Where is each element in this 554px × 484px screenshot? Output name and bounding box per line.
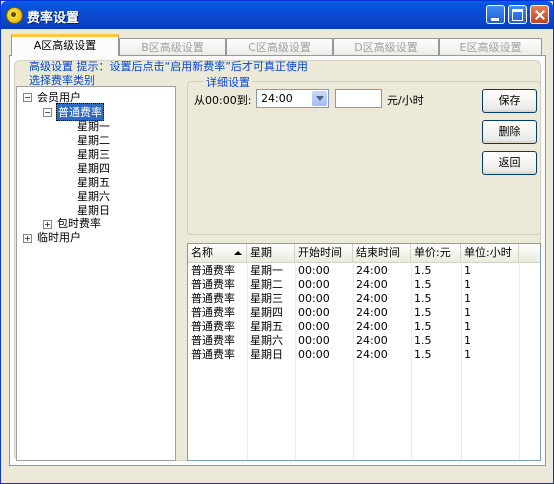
column-header[interactable]: 结束时间: [353, 244, 411, 262]
table-row[interactable]: 普通费率 星期三 00:00 24:00 1.5 1: [188, 292, 540, 306]
rate-table[interactable]: 名称 星期 开始时间 结束时间 单价:元 单位:小时 普通费率 星期一 00:00 2…: [187, 243, 541, 461]
table-cell: 00:00: [298, 348, 330, 361]
table-cell: 1.5: [414, 306, 432, 319]
table-cell: 24:00: [356, 278, 388, 291]
table-cell: 24:00: [356, 264, 388, 277]
price-input[interactable]: [335, 89, 382, 108]
column-header[interactable]: 开始时间: [295, 244, 353, 262]
table-cell: 星期二: [250, 278, 283, 291]
table-cell: 1: [464, 320, 471, 333]
tab-e-advanced[interactable]: E区高级设置: [439, 38, 542, 55]
table-cell: 1: [464, 348, 471, 361]
table-cell: 普通费率: [191, 334, 235, 347]
tab-c-advanced[interactable]: C区高级设置: [226, 38, 333, 55]
table-cell: 24:00: [356, 292, 388, 305]
table-row[interactable]: 普通费率 星期一 00:00 24:00 1.5 1: [188, 264, 540, 278]
save-button[interactable]: 保存: [482, 89, 537, 113]
rate-settings-window: 费率设置 A区高级设置 B区高级设置 C区高级设置 D区高级设置 E区高级设置 …: [0, 0, 554, 484]
table-cell: 星期四: [250, 306, 283, 319]
table-cell: 00:00: [298, 264, 330, 277]
column-header[interactable]: 单位:小时: [461, 244, 519, 262]
table-row[interactable]: 普通费率 星期日 00:00 24:00 1.5 1: [188, 348, 540, 362]
window-title: 费率设置: [27, 11, 80, 26]
rate-category-tree[interactable]: − 会员用户 − 普通费率 星期一 星期二 星期三 星期四 星期五 星期六 星期…: [16, 86, 176, 461]
table-cell: 1.5: [414, 264, 432, 277]
table-cell: 1.5: [414, 334, 432, 347]
tab-a-advanced[interactable]: A区高级设置: [11, 34, 119, 56]
table-row[interactable]: 普通费率 星期五 00:00 24:00 1.5 1: [188, 320, 540, 334]
tab-b-advanced[interactable]: B区高级设置: [119, 38, 226, 55]
maximize-icon[interactable]: [508, 5, 527, 24]
table-cell: 星期三: [250, 292, 283, 305]
table-cell: 普通费率: [191, 348, 235, 361]
table-cell: 普通费率: [191, 306, 235, 319]
table-cell: 24:00: [356, 334, 388, 347]
table-header: 名称 星期 开始时间 结束时间 单价:元 单位:小时: [188, 244, 540, 263]
detail-settings-label: 详细设置: [204, 74, 252, 90]
table-cell: 星期日: [250, 348, 283, 361]
table-cell: 00:00: [298, 278, 330, 291]
app-icon: [6, 7, 23, 24]
table-cell: 24:00: [356, 348, 388, 361]
table-cell: 1.5: [414, 320, 432, 333]
table-cell: 00:00: [298, 306, 330, 319]
table-cell: 星期五: [250, 320, 283, 333]
sort-ascending-icon: [234, 251, 242, 255]
table-cell: 00:00: [298, 334, 330, 347]
delete-button[interactable]: 删除: [482, 120, 537, 144]
column-header[interactable]: 单价:元: [411, 244, 461, 262]
table-cell: 星期一: [250, 264, 283, 277]
collapse-icon[interactable]: −: [43, 108, 52, 117]
table-cell: 1: [464, 278, 471, 291]
table-cell: 00:00: [298, 320, 330, 333]
end-time-select[interactable]: 24:00: [256, 89, 329, 108]
unit-label: 元/小时: [387, 94, 424, 107]
minimize-icon[interactable]: [486, 5, 505, 24]
table-cell: 1: [464, 292, 471, 305]
table-cell: 1: [464, 264, 471, 277]
tab-d-advanced[interactable]: D区高级设置: [333, 38, 439, 55]
table-cell: 1: [464, 306, 471, 319]
table-cell: 1: [464, 334, 471, 347]
table-row[interactable]: 普通费率 星期四 00:00 24:00 1.5 1: [188, 306, 540, 320]
table-cell: 普通费率: [191, 278, 235, 291]
end-time-value: 24:00: [261, 92, 293, 105]
table-cell: 24:00: [356, 320, 388, 333]
expand-icon[interactable]: +: [43, 220, 52, 229]
collapse-icon[interactable]: −: [23, 93, 32, 102]
table-cell: 1.5: [414, 348, 432, 361]
column-header[interactable]: 名称: [188, 244, 247, 262]
table-cell: 1.5: [414, 278, 432, 291]
chevron-down-icon[interactable]: [312, 91, 327, 106]
table-cell: 普通费率: [191, 292, 235, 305]
title-bar[interactable]: 费率设置: [1, 1, 553, 29]
table-row[interactable]: 普通费率 星期二 00:00 24:00 1.5 1: [188, 278, 540, 292]
table-cell: 1.5: [414, 292, 432, 305]
from-time-label: 从00:00到:: [194, 94, 252, 107]
table-cell: 24:00: [356, 306, 388, 319]
back-button[interactable]: 返回: [482, 151, 537, 175]
table-cell: 星期六: [250, 334, 283, 347]
tree-node-temp-user[interactable]: 临时用户: [37, 229, 81, 245]
column-header[interactable]: 星期: [247, 244, 295, 262]
table-cell: 普通费率: [191, 320, 235, 333]
table-row[interactable]: 普通费率 星期六 00:00 24:00 1.5 1: [188, 334, 540, 348]
expand-icon[interactable]: +: [23, 234, 32, 243]
table-cell: 00:00: [298, 292, 330, 305]
close-icon[interactable]: [530, 5, 549, 24]
table-cell: 普通费率: [191, 264, 235, 277]
